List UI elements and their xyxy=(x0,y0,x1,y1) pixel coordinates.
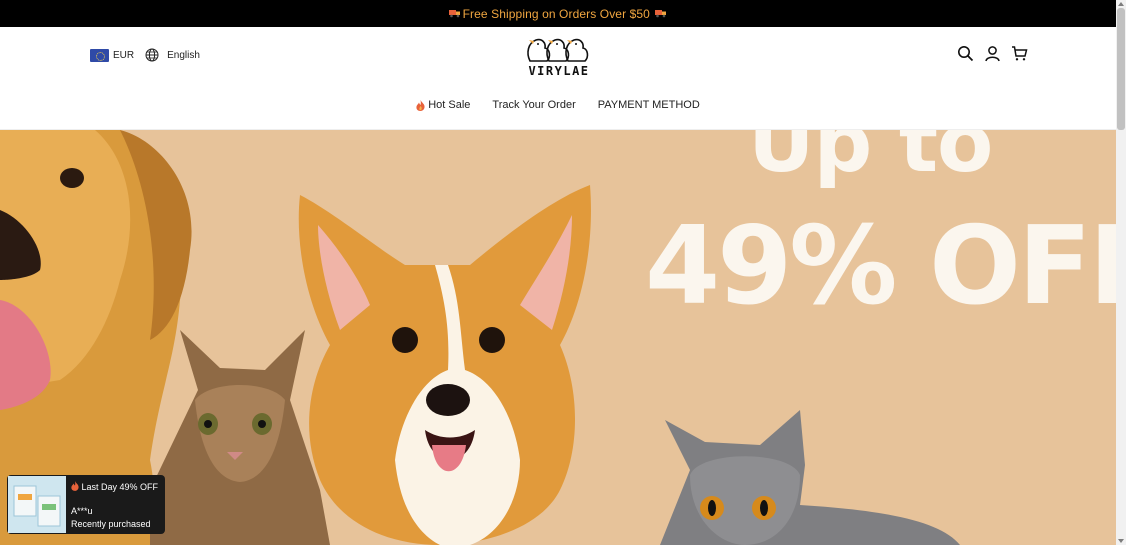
logo-text: VIRYLAE xyxy=(528,64,590,78)
site-logo[interactable]: VIRYLAE xyxy=(524,31,594,79)
announcement-text: Free Shipping on Orders Over $50 xyxy=(462,6,650,21)
nav-item-track-order[interactable]: Track Your Order xyxy=(492,99,575,111)
currency-selector[interactable]: EUR xyxy=(113,50,134,61)
logo-ducks-icon xyxy=(527,38,589,62)
locale-selector: EUR English xyxy=(90,48,200,62)
language-selector[interactable]: English xyxy=(167,50,200,61)
site-header: EUR English VIRYLAE Hot Sale Track Your … xyxy=(0,27,1116,130)
nav-item-hot-sale[interactable]: Hot Sale xyxy=(416,99,470,111)
hero-headline-line1: Up to xyxy=(748,130,993,191)
globe-icon[interactable] xyxy=(145,48,159,62)
popup-status: Recently purchased xyxy=(71,519,151,529)
product-image xyxy=(8,476,66,533)
popup-title: Last Day 49% OFF xyxy=(71,481,163,492)
search-icon[interactable] xyxy=(957,45,974,62)
page-viewport: Free Shipping on Orders Over $50 EUR Eng… xyxy=(0,0,1116,545)
nav-item-payment-method[interactable]: PAYMENT METHOD xyxy=(598,99,700,111)
account-icon[interactable] xyxy=(984,45,1001,62)
header-icons xyxy=(957,45,1028,62)
truck-icon xyxy=(655,9,667,17)
nav-label-track-order: Track Your Order xyxy=(492,99,576,111)
scroll-up-icon[interactable] xyxy=(1118,2,1124,6)
truck-icon xyxy=(448,9,460,17)
recent-purchase-popup[interactable]: Last Day 49% OFF A***u Recently purchase… xyxy=(7,475,165,534)
nav-label-payment-method: PAYMENT METHOD xyxy=(597,99,700,111)
page-scrollbar[interactable] xyxy=(1116,0,1126,545)
scroll-down-icon[interactable] xyxy=(1118,539,1124,543)
eu-flag-icon[interactable] xyxy=(90,48,109,62)
announcement-text-wrap: Free Shipping on Orders Over $50 xyxy=(447,7,670,21)
announcement-bar[interactable]: Free Shipping on Orders Over $50 xyxy=(0,0,1116,27)
popup-title-text: Last Day 49% OFF xyxy=(81,482,159,492)
cart-icon[interactable] xyxy=(1011,45,1028,62)
product-thumbnail xyxy=(8,476,66,533)
hero-banner[interactable]: Up to 49% OFF xyxy=(0,130,1116,545)
flame-icon xyxy=(71,481,79,491)
popup-customer: A***u xyxy=(71,506,93,516)
main-nav: Hot Sale Track Your Order PAYMENT METHOD xyxy=(0,99,1116,111)
scrollbar-thumb[interactable] xyxy=(1117,8,1125,130)
grey-cat-image xyxy=(660,410,960,545)
nav-label-hot-sale: Hot Sale xyxy=(428,99,471,111)
corgi-image xyxy=(298,185,591,545)
hero-pets-image xyxy=(0,130,960,545)
tabby-cat-image xyxy=(150,330,330,545)
hero-headline-line2: 49% OFF xyxy=(645,204,1116,329)
flame-icon xyxy=(416,99,425,111)
